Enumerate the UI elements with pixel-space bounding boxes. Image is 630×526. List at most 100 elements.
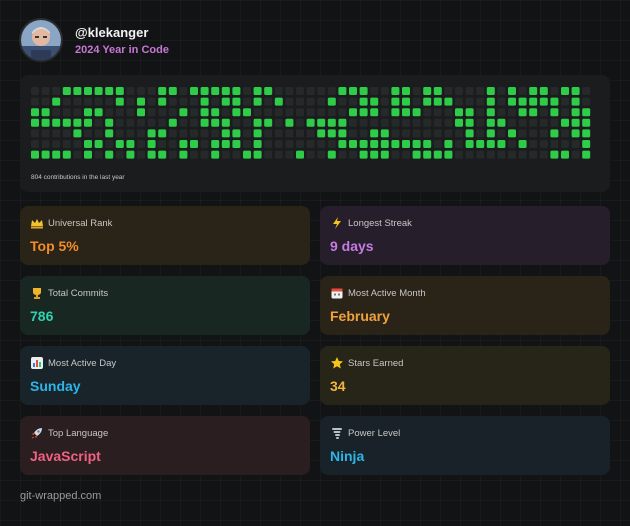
contribution-cell-active [158,150,167,159]
contribution-cell-empty [31,87,39,95]
contribution-cell-active [327,118,336,127]
contribution-cell-empty [31,129,39,138]
contribution-cell-active [455,118,463,127]
contribution-cell-active [179,150,188,159]
contribution-cell-empty [465,150,474,159]
contribution-cell-active [190,140,198,148]
stat-card-power-level: Power Level Ninja [320,416,610,475]
contribution-cell-active [317,118,326,127]
bar-chart-icon [30,356,44,370]
contribution-cell-empty [444,118,453,127]
contribution-cell-active [105,129,114,138]
contribution-cell-active [243,108,251,117]
contribution-cell-active [264,118,273,127]
contribution-cell-empty [349,118,357,127]
contribution-cell-active [200,87,209,95]
contribution-cell-empty [359,129,368,138]
contribution-cell-empty [550,140,559,148]
contribution-cell-active [402,140,410,148]
contribution-cell-empty [455,97,463,106]
contribution-cell-active [84,108,92,117]
contribution-cell-active [497,118,506,127]
contribution-cell-empty [31,140,39,148]
contribution-cell-empty [391,129,400,138]
contribution-cell-active [550,150,559,159]
contribution-cell-empty [105,97,114,106]
contribution-cell-empty [402,150,410,159]
contribution-cell-empty [168,108,177,117]
contribution-cell-empty [285,97,294,106]
contribution-cell-empty [380,118,389,127]
stat-card-longest-streak: Longest Streak 9 days [320,206,610,265]
contribution-cell-empty [359,118,368,127]
contribution-cell-active [380,150,389,159]
contribution-cell-active [423,87,432,95]
stat-label: Most Active Month [348,288,426,299]
contribution-cell-empty [433,140,442,148]
contribution-cell-empty [264,129,273,138]
contribution-cell-active [31,108,39,117]
crown-icon [30,216,44,230]
contribution-cell-active [486,118,495,127]
contribution-cell-empty [264,140,273,148]
stat-value: JavaScript [30,448,101,464]
contribution-cell-active [486,140,495,148]
stat-card-stars-earned: Stars Earned 34 [320,346,610,405]
contribution-cell-empty [518,150,527,159]
stat-label: Top Language [48,428,109,439]
contribution-cell-active [52,118,61,127]
contribution-cell-active [137,108,145,117]
contribution-cell-active [518,108,527,117]
contribution-cell-empty [264,108,273,117]
contribution-cell-empty [370,87,379,95]
contribution-cell-active [539,97,548,106]
contribution-cell-empty [190,108,198,117]
contribution-cell-empty [433,108,442,117]
contribution-cell-empty [115,108,124,117]
contribution-cell-empty [41,140,50,148]
contribution-cell-empty [147,97,156,106]
contribution-cell-empty [391,150,400,159]
contribution-cell-active [571,87,580,95]
contribution-cell-empty [41,87,50,95]
contribution-cell-active [243,150,251,159]
contribution-cell-active [455,108,463,117]
contribution-cell-active [94,87,103,95]
contribution-cell-empty [423,129,432,138]
wrapped-card: @klekanger 2024 Year in Code 804 contrib… [0,0,630,526]
contribution-cell-empty [285,87,294,95]
contribution-cell-empty [296,118,304,127]
contribution-cell-active [571,108,580,117]
contribution-cell-empty [380,108,389,117]
contribution-cell-empty [211,97,220,106]
contribution-cell-empty [52,87,61,95]
contribution-cell-active [221,118,230,127]
contribution-cell-empty [115,129,124,138]
contribution-cell-active [41,150,50,159]
contribution-cell-active [84,140,92,148]
contribution-cell-empty [147,87,156,95]
contribution-cell-empty [232,150,241,159]
contribution-cell-active [444,150,453,159]
contribution-cell-active [115,97,124,106]
contribution-cell-active [518,140,527,148]
contribution-cell-empty [550,87,559,95]
contribution-cell-empty [62,108,71,117]
contribution-cell-active [423,97,432,106]
contribution-cell-active [232,108,241,117]
contribution-cell-active [571,118,580,127]
contribution-cell-active [52,150,61,159]
contribution-cell-active [359,87,368,95]
contribution-cell-active [359,140,368,148]
contribution-cell-empty [52,129,61,138]
contribution-cell-active [433,150,442,159]
stat-value: 9 days [330,238,374,254]
footer-site[interactable]: git-wrapped.com [20,490,101,502]
contribution-cell-empty [115,150,124,159]
contribution-cell-empty [423,118,432,127]
contribution-cell-active [327,97,336,106]
stat-value: February [330,308,390,324]
contribution-cell-active [582,108,591,117]
contribution-cell-active [349,140,357,148]
contribution-cell-active [147,140,156,148]
